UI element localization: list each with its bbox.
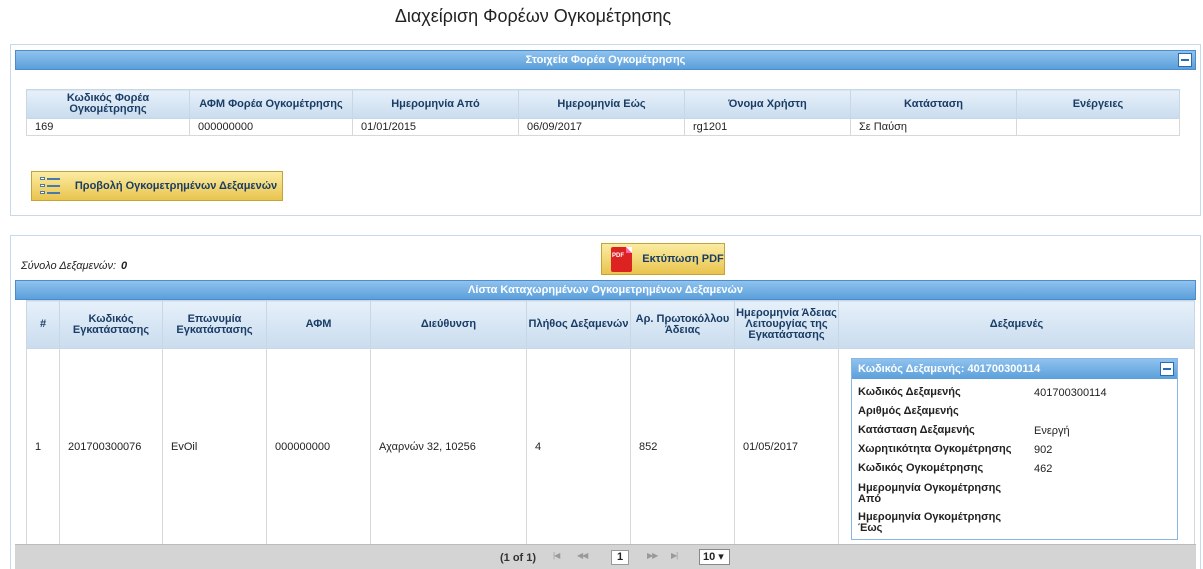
paginator: (1 of 1) |◀ ◀◀ 1 ▶▶ ▶| 10 ▾ [15,544,1196,569]
column-header[interactable]: Ημερομηνία Εώς [518,89,685,119]
table-cell: 01/05/2017 [734,348,839,546]
tanks-table-header-row: # Κωδικός Εγκατάστασης Επωνυμία Εγκατάστ… [26,300,1195,349]
column-header[interactable]: Ενέργειες [1016,89,1180,119]
table-cell: 01/01/2015 [352,118,519,136]
column-header[interactable]: Κατάσταση [850,89,1017,119]
table-cell: rg1201 [684,118,851,136]
pdf-icon [611,241,632,272]
previous-page-icon[interactable]: ◀◀ [577,551,588,560]
print-pdf-button[interactable]: Εκτύπωση PDF [601,241,725,275]
table-cell: 000000000 [266,348,371,546]
column-header[interactable]: # [26,300,60,349]
carrier-panel-header: Στοιχεία Φορέα Ογκομέτρησης [15,50,1196,70]
table-cell: 000000000 [189,118,353,136]
column-header[interactable]: Ημερομηνία Από [352,89,519,119]
tank-field-value: 401700300114 [1034,387,1107,399]
tank-field-label: Κατάσταση Δεξαμενής [858,424,975,436]
tank-card-title: Κωδικός Δεξαμενής: 401700300114 [858,363,1041,375]
list-icon [40,177,60,197]
tank-field-label: Αριθμός Δεξαμενής [858,405,959,417]
tank-field-value: 902 [1034,444,1053,456]
column-header[interactable]: Αρ. Πρωτοκόλλου Άδειας [630,300,735,349]
column-header[interactable]: Δεξαμενές [838,300,1195,349]
tank-field-label: Χωρητικότητα Ογκομέτρησης [858,443,1012,455]
tank-field-label: Ημερομηνία Ογκομέτρησης Έως [858,511,1002,534]
table-cell: 201700300076 [59,348,163,546]
column-header[interactable]: Ημερομηνία Άδειας Λειτουργίας της Εγκατά… [734,300,839,349]
last-page-icon[interactable]: ▶| [671,551,678,560]
table-cell: 4 [526,348,631,546]
print-pdf-label: Εκτύπωση PDF [642,253,724,265]
first-page-icon[interactable]: |◀ [553,551,560,560]
tank-field-label: Κωδικός Ογκομέτρησης [858,462,984,474]
column-header[interactable]: Κωδικός Εγκατάστασης [59,300,163,349]
table-cell: 852 [630,348,735,546]
column-header[interactable]: ΑΦΜ [266,300,371,349]
collapse-icon[interactable] [1178,53,1192,67]
tank-card: Κωδικός Δεξαμενής: 401700300114 Κωδικός … [851,358,1178,540]
column-header[interactable]: Επωνυμία Εγκατάστασης [162,300,267,349]
tank-card-header: Κωδικός Δεξαμενής: 401700300114 [852,359,1177,379]
column-header[interactable]: Κωδικός Φορέα Ογκομέτρησης [26,89,190,119]
rows-per-page-select[interactable]: 10 ▾ [699,549,730,565]
column-header[interactable]: ΑΦΜ Φορέα Ογκομέτρησης [189,89,353,119]
carrier-table-header-row: Κωδικός Φορέα Ογκομέτρησης ΑΦΜ Φορέα Ογκ… [26,89,1180,119]
tank-field-label: Ημερομηνία Ογκομέτρησης Από [858,482,1002,505]
tank-field-value: 462 [1034,463,1053,475]
next-page-icon[interactable]: ▶▶ [647,551,658,560]
actions-cell[interactable] [1016,118,1180,136]
table-cell: 169 [26,118,190,136]
column-header[interactable]: Όνομα Χρήστη [684,89,851,119]
page-number-button[interactable]: 1 [611,550,629,565]
total-tanks-label: Σύνολο Δεξαμενών: [21,260,117,272]
table-cell: 06/09/2017 [518,118,685,136]
collapse-icon[interactable] [1160,362,1174,376]
table-cell: Αχαρνών 32, 10256 [370,348,527,546]
column-header[interactable]: Διεύθυνση [370,300,527,349]
view-measured-tanks-label: Προβολή Ογκομετρημένων Δεξαμενών [74,180,278,192]
table-cell: 1 [26,348,60,546]
table-cell: EvOil [162,348,267,546]
tanks-panel: Σύνολο Δεξαμενών: 0 Εκτύπωση PDF Λίστα Κα… [10,235,1201,569]
tank-field-label: Κωδικός Δεξαμενής [858,386,961,398]
carrier-details-panel: Στοιχεία Φορέα Ογκομέτρησης Κωδικός Φορέ… [10,44,1201,216]
page-title: Διαχείριση Φορέων Ογκομέτρησης [394,6,672,26]
column-header[interactable]: Πλήθος Δεξαμενών [526,300,631,349]
tank-field-value: Ενεργή [1034,425,1070,437]
total-tanks-value: 0 [121,260,128,272]
total-tanks: Σύνολο Δεξαμενών: 0 [21,260,127,272]
carrier-panel-title: Στοιχεία Φορέα Ογκομέτρησης [525,54,686,66]
tanks-list-header: Λίστα Καταχωρημένων Ογκομετρημένων Δεξαμ… [15,280,1196,300]
carrier-table: Κωδικός Φορέα Ογκομέτρησης ΑΦΜ Φορέα Ογκ… [26,89,1180,136]
page-info: (1 of 1) [500,552,537,564]
table-row[interactable]: 169 000000000 01/01/2015 06/09/2017 rg12… [26,118,1180,136]
view-measured-tanks-button[interactable]: Προβολή Ογκομετρημένων Δεξαμενών [31,171,283,201]
table-cell: Σε Παύση [850,118,1017,136]
